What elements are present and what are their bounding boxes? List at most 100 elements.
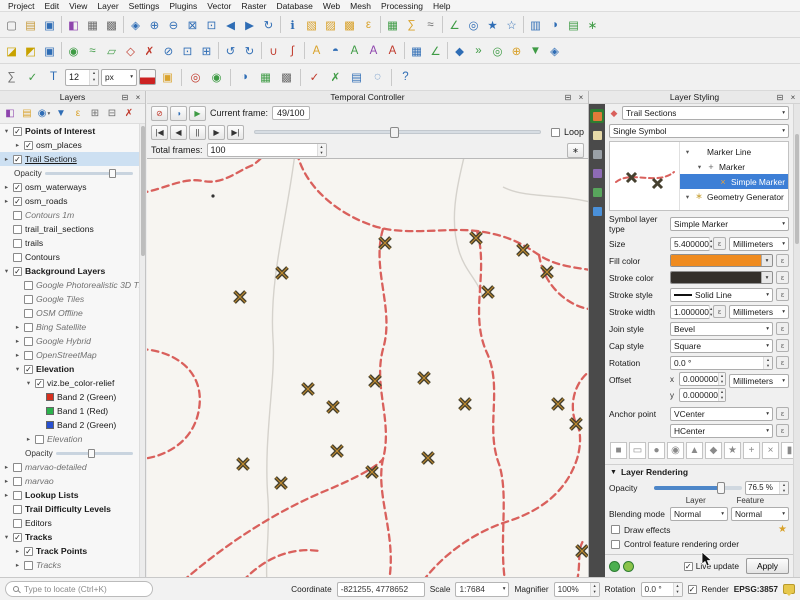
elevation-profile-icon[interactable]: ∠: [426, 41, 445, 60]
zoom-in-icon[interactable]: ⊕: [145, 15, 164, 34]
menu-vector[interactable]: Vector: [202, 1, 236, 11]
identify-features-icon[interactable]: ℹ: [283, 15, 302, 34]
layer-tree-item[interactable]: Trail Difficulty Levels: [0, 502, 145, 516]
temporal-navigation-icon[interactable]: ◑: [235, 68, 254, 87]
close-panel-icon[interactable]: ×: [788, 91, 798, 104]
styling-tab-symbology[interactable]: [590, 109, 604, 123]
cap-style-dropdown[interactable]: Square▾: [670, 339, 773, 353]
apply-button[interactable]: Apply: [746, 558, 789, 574]
offset-x-spinner[interactable]: 0.000000▴▾: [679, 372, 726, 386]
measure-line-icon[interactable]: ∠: [445, 15, 464, 34]
new-map-view-icon[interactable]: ▥: [526, 15, 545, 34]
change-label-icon[interactable]: A: [383, 41, 402, 60]
menu-processing[interactable]: Processing: [376, 1, 428, 11]
styling-tab-diagrams[interactable]: [590, 185, 604, 199]
add-polygon-feature-icon[interactable]: ▱: [102, 41, 121, 60]
font-unit-dropdown[interactable]: px▾: [101, 69, 137, 86]
data-defined-override-button[interactable]: ε: [713, 305, 726, 318]
loop-checkbox[interactable]: [551, 128, 560, 137]
db-manager-icon[interactable]: ▤: [347, 68, 366, 87]
symbol-tree-item-simple-marker[interactable]: ×Simple Marker: [680, 174, 788, 189]
symbol-tree-item-marker-line[interactable]: ▾Marker Line: [680, 144, 788, 159]
renderer-dropdown[interactable]: Single Symbol▾: [609, 124, 789, 138]
current-edits-icon[interactable]: ◪: [2, 41, 21, 60]
styling-scrollbar[interactable]: [793, 104, 800, 577]
layer-tree-item[interactable]: ▸OpenStreetMap: [0, 348, 145, 362]
layer-tree-item[interactable]: Editors: [0, 516, 145, 530]
layer-visibility-checkbox[interactable]: [24, 337, 33, 346]
text-background-icon[interactable]: ▣: [158, 68, 177, 87]
trail-waypoint-marker[interactable]: [332, 446, 343, 457]
data-source-manager-icon[interactable]: ▤: [564, 15, 583, 34]
data-defined-override-button[interactable]: ε: [776, 424, 789, 437]
ok-indicator-icon[interactable]: ✓: [23, 68, 42, 87]
select-by-expression-icon[interactable]: ε: [359, 15, 378, 34]
chevron-down-icon[interactable]: ▾: [761, 255, 772, 266]
expander-icon[interactable]: ▾: [3, 267, 10, 275]
temporal-slider[interactable]: [254, 130, 541, 134]
menu-view[interactable]: View: [64, 1, 92, 11]
text-color-button[interactable]: [139, 69, 156, 85]
anchor-horizontal-dropdown[interactable]: HCenter▾: [670, 424, 773, 438]
add-point-feature-icon[interactable]: ◉: [64, 41, 83, 60]
offset-y-spinner[interactable]: 0.000000▴▾: [679, 388, 726, 402]
layer-visibility-checkbox[interactable]: [13, 225, 22, 234]
layer-visibility-checkbox[interactable]: [13, 519, 22, 528]
layer-visibility-checkbox[interactable]: [13, 267, 22, 276]
expander-icon[interactable]: ▾: [696, 163, 703, 171]
layer-tree-item[interactable]: Contours 1m: [0, 208, 145, 222]
temporal-navigation-off-icon[interactable]: ⊘: [151, 106, 168, 121]
total-frames-spinner[interactable]: 100 ▴▾: [207, 143, 327, 157]
spinner-arrows-icon[interactable]: ▴▾: [317, 144, 326, 156]
layer-visibility-checkbox[interactable]: [24, 323, 33, 332]
spinner-arrows-icon[interactable]: ▴▾: [89, 70, 98, 85]
animated-navigation-icon[interactable]: ▶: [189, 106, 206, 121]
save-edits-icon[interactable]: ▣: [40, 41, 59, 60]
new-3d-map-icon[interactable]: ▦: [407, 41, 426, 60]
new-bookmark-icon[interactable]: ★: [483, 15, 502, 34]
chevron-down-icon[interactable]: ▾: [761, 272, 772, 283]
close-panel-icon[interactable]: ×: [133, 91, 143, 104]
trail-waypoint-marker[interactable]: [328, 402, 339, 413]
redo-icon[interactable]: ↻: [240, 41, 259, 60]
topology-checker-icon[interactable]: ✓: [305, 68, 324, 87]
symbol-layer-type-dropdown[interactable]: Simple Marker▾: [670, 217, 789, 231]
marker-shape-option[interactable]: ◉: [667, 442, 684, 459]
data-defined-override-button[interactable]: ε: [776, 254, 789, 267]
expander-icon[interactable]: ▸: [3, 197, 10, 205]
menu-plugins[interactable]: Plugins: [164, 1, 202, 11]
marker-shape-option[interactable]: ▭: [629, 442, 646, 459]
expander-icon[interactable]: ▾: [3, 533, 10, 541]
expander-icon[interactable]: ▸: [3, 155, 10, 163]
layer-opacity-row[interactable]: Opacity: [0, 446, 145, 460]
manage-map-themes-icon[interactable]: ◉▾: [36, 106, 52, 122]
expander-icon[interactable]: ▾: [684, 148, 691, 156]
osm-place-search-icon[interactable]: ◎: [488, 41, 507, 60]
plugin-extra-icon[interactable]: ◈: [545, 41, 564, 60]
offset-unit-dropdown[interactable]: Millimeters▾: [729, 374, 789, 388]
marker-shape-option[interactable]: ★: [724, 442, 741, 459]
rotation-spinner[interactable]: 0.0 °▴▾: [670, 356, 773, 370]
size-spinner[interactable]: 5.400000▴▾: [670, 237, 710, 251]
effects-star-icon[interactable]: ★: [778, 524, 787, 535]
stroke-width-spinner[interactable]: 1.000000▴▾: [670, 305, 710, 319]
layer-tree-item[interactable]: ▸Lookup Lists: [0, 488, 145, 502]
magnifier-spinner[interactable]: 100%▴▾: [554, 582, 600, 597]
layer-tree-item[interactable]: ▸Tracks: [0, 558, 145, 572]
expander-icon[interactable]: ▾: [25, 379, 32, 387]
menu-help[interactable]: Help: [428, 1, 455, 11]
layer-tree-item[interactable]: ▸marvao: [0, 474, 145, 488]
locate-search[interactable]: Type to locate (Ctrl+K): [5, 581, 153, 597]
data-defined-override-button[interactable]: ε: [776, 356, 789, 369]
zoom-last-icon[interactable]: ◀: [221, 15, 240, 34]
style-manager-icon[interactable]: ◧: [64, 15, 83, 34]
layer-tree-item[interactable]: ▾Tracks: [0, 530, 145, 544]
temporal-slider-handle[interactable]: [390, 127, 399, 138]
marker-shape-option[interactable]: ◆: [705, 442, 722, 459]
layer-visibility-checkbox[interactable]: [24, 141, 33, 150]
data-defined-override-button[interactable]: ε: [776, 288, 789, 301]
anchor-vertical-dropdown[interactable]: VCenter▾: [670, 407, 773, 421]
new-project-icon[interactable]: ▢: [2, 15, 21, 34]
snapping-options-icon[interactable]: ∪: [264, 41, 283, 60]
zoom-to-selection-icon[interactable]: ⊡: [202, 15, 221, 34]
